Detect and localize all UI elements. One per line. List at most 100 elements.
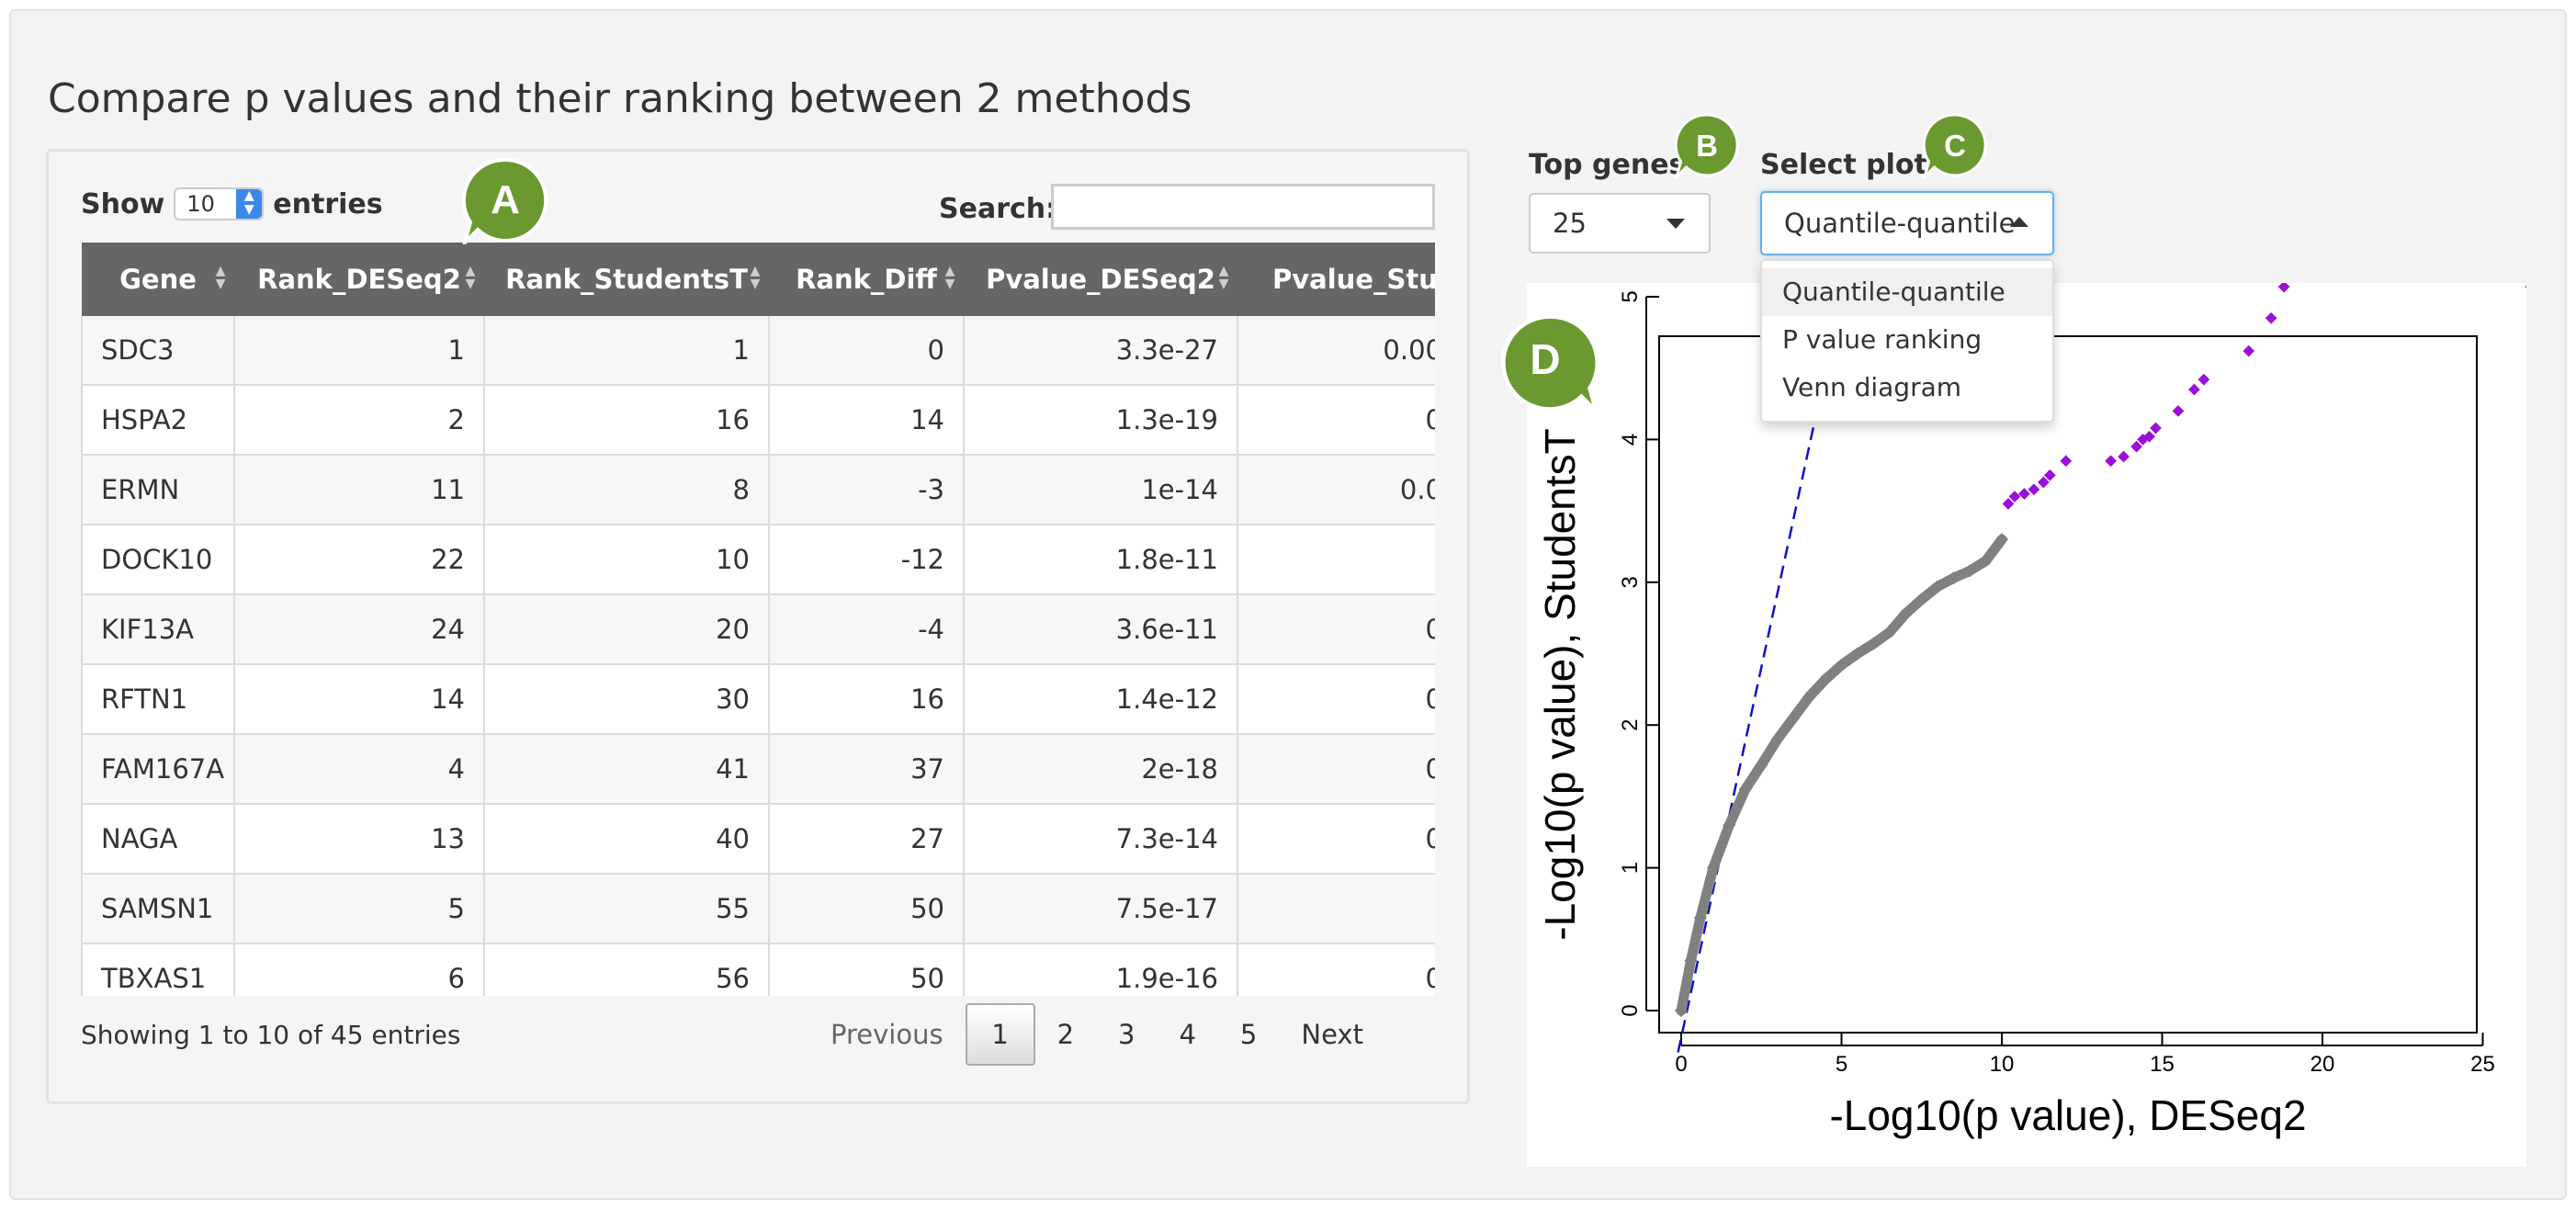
column-header-pvalue-studentst[interactable]: Pvalue_Stude (1237, 243, 1435, 316)
length-value: 10 (186, 191, 215, 217)
sort-icon: ▲ ▼ (1218, 264, 1229, 291)
top-genes-value: 25 (1553, 208, 1587, 239)
annotation-badge-d: D (1499, 312, 1600, 413)
page-button-2[interactable]: 2 (1035, 1003, 1096, 1066)
cell-rank-diff: -12 (769, 525, 965, 595)
search-input[interactable] (1051, 184, 1435, 230)
highlighted-point (2265, 311, 2277, 324)
svg-text:C: C (1944, 129, 1966, 163)
column-header-rank-studentst[interactable]: Rank_StudentsT ▲ ▼ (484, 243, 769, 316)
cell-gene: SAMSN1 (81, 874, 235, 944)
cell-rank-deseq2: 4 (234, 734, 485, 805)
page-button-4[interactable]: 4 (1157, 1003, 1217, 1066)
cell-gene: FAM167A (81, 734, 235, 805)
table-row[interactable]: SAMSN1 5 55 50 7.5e-17 (81, 874, 1435, 944)
x-tick-label: 15 (2150, 1052, 2175, 1077)
option-venn-diagram[interactable]: Venn diagram (1762, 364, 2052, 412)
cell-pvalue-deseq2: 2e-18 (964, 734, 1238, 805)
cell-pvalue-deseq2: 3.3e-27 (964, 316, 1238, 386)
table-info: Showing 1 to 10 of 45 entries (81, 1020, 461, 1050)
cell-pvalue-deseq2: 7.3e-14 (964, 804, 1238, 875)
cell-pvalue-studentst (1237, 525, 1435, 595)
cell-pvalue-deseq2: 1.8e-11 (964, 525, 1238, 595)
table-row[interactable]: KIF13A 24 20 -4 3.6e-11 0 (81, 594, 1435, 665)
cell-rank-diff: 50 (769, 943, 965, 996)
table-row[interactable]: DOCK10 22 10 -12 1.8e-11 (81, 525, 1435, 595)
cell-rank-studentst: 1 (484, 316, 770, 386)
top-genes-select[interactable]: 25 (1529, 193, 1711, 254)
cell-rank-diff: -4 (769, 594, 965, 665)
table-row[interactable]: ERMN 11 8 -3 1e-14 0.0 (81, 455, 1435, 525)
table-row[interactable]: HSPA2 2 16 14 1.3e-19 0 (81, 385, 1435, 456)
column-header-pvalue-deseq2[interactable]: Pvalue_DESeq2 ▲ ▼ (964, 243, 1237, 316)
search-label: Search: (939, 193, 1057, 225)
x-tick-label: 25 (2470, 1052, 2495, 1077)
cell-pvalue-studentst: 0.0 (1237, 455, 1435, 525)
cell-rank-deseq2: 13 (234, 804, 485, 875)
option-p-value-ranking[interactable]: P value ranking (1762, 316, 2052, 364)
cell-rank-deseq2: 14 (234, 664, 485, 735)
sort-icon: ▲ ▼ (215, 264, 226, 291)
previous-button[interactable]: Previous (808, 1003, 966, 1066)
sort-icon: ▲ ▼ (750, 264, 761, 291)
cell-rank-diff: 14 (769, 385, 965, 456)
cell-rank-studentst: 30 (484, 664, 770, 735)
cell-pvalue-studentst: 0 (1237, 385, 1435, 456)
cell-rank-deseq2: 5 (234, 874, 485, 944)
highlighted-point (2198, 373, 2210, 386)
column-header-gene[interactable]: Gene ▲ ▼ (82, 243, 234, 316)
cell-rank-studentst: 8 (484, 455, 770, 525)
column-header-rank-deseq2[interactable]: Rank_DESeq2 ▲ ▼ (234, 243, 484, 316)
cell-rank-diff: 50 (769, 874, 965, 944)
badge-d-letter: D (1530, 335, 1561, 383)
highlighted-point (2118, 450, 2130, 463)
cell-rank-deseq2: 24 (234, 594, 485, 665)
page-button-1[interactable]: 1 (965, 1003, 1035, 1066)
entries-label: entries (273, 187, 383, 220)
x-tick-label: 20 (2310, 1052, 2335, 1077)
cell-pvalue-deseq2: 1.4e-12 (964, 664, 1238, 735)
cell-gene: SDC3 (81, 316, 235, 386)
cell-gene: DOCK10 (81, 525, 235, 595)
y-tick-label: 4 (1618, 434, 1643, 446)
table-row[interactable]: SDC3 1 1 0 3.3e-27 0.00 (81, 316, 1435, 386)
table-row[interactable]: TBXAS1 6 56 50 1.9e-16 0 (81, 943, 1435, 996)
cell-rank-deseq2: 11 (234, 455, 485, 525)
cell-gene: RFTN1 (81, 664, 235, 735)
cell-rank-studentst: 41 (484, 734, 770, 805)
select-plot-dropdown[interactable]: Quantile-quantile (1760, 191, 2054, 255)
highlighted-point (2060, 455, 2073, 468)
cell-pvalue-studentst (1237, 874, 1435, 944)
length-control: Show 10 ▲ ▼ entries (81, 187, 383, 220)
cell-gene: KIF13A (81, 594, 235, 665)
y-tick-label: 5 (1618, 290, 1643, 302)
plot-options-menu: Quantile-quantile P value ranking Venn d… (1760, 259, 2054, 423)
annotation-badge-c: C (1922, 112, 1995, 186)
annotation-badge-b: B (1674, 112, 1747, 186)
cell-rank-deseq2: 2 (234, 385, 485, 456)
table-row[interactable]: FAM167A 4 41 37 2e-18 0 (81, 734, 1435, 805)
page-button-3[interactable]: 3 (1096, 1003, 1157, 1066)
table-viewport: Gene ▲ ▼ Rank_DESeq2 ▲ ▼ Rank_StudentsT ▲ ▼ Ra… (81, 243, 1435, 996)
sort-icon: ▲ ▼ (465, 264, 476, 291)
cell-rank-diff: 27 (769, 804, 965, 875)
column-header-rank-diff[interactable]: Rank_Diff ▲ ▼ (769, 243, 964, 316)
table-row[interactable]: NAGA 13 40 27 7.3e-14 0 (81, 804, 1435, 875)
option-quantile-quantile[interactable]: Quantile-quantile (1762, 268, 2052, 316)
highlighted-point (2188, 383, 2200, 396)
y-tick-label: 1 (1618, 862, 1643, 874)
cell-rank-diff: 16 (769, 664, 965, 735)
page-button-5[interactable]: 5 (1218, 1003, 1279, 1066)
cell-rank-diff: 0 (769, 316, 965, 386)
caret-up-icon (2010, 217, 2028, 227)
grey-point-band (1695, 863, 1719, 923)
x-tick-label: 10 (1990, 1052, 2015, 1077)
cell-pvalue-studentst: 0 (1237, 943, 1435, 996)
table-row[interactable]: RFTN1 14 30 16 1.4e-12 0 (81, 664, 1435, 735)
next-button[interactable]: Next (1279, 1003, 1385, 1066)
grey-point-band (1708, 819, 1734, 874)
highlighted-point (2105, 455, 2118, 468)
pagination: Previous 1 2 3 4 5 Next (808, 1003, 1385, 1066)
entries-length-select[interactable]: 10 ▲ ▼ (174, 187, 265, 220)
x-tick-label: 5 (1836, 1052, 1847, 1077)
